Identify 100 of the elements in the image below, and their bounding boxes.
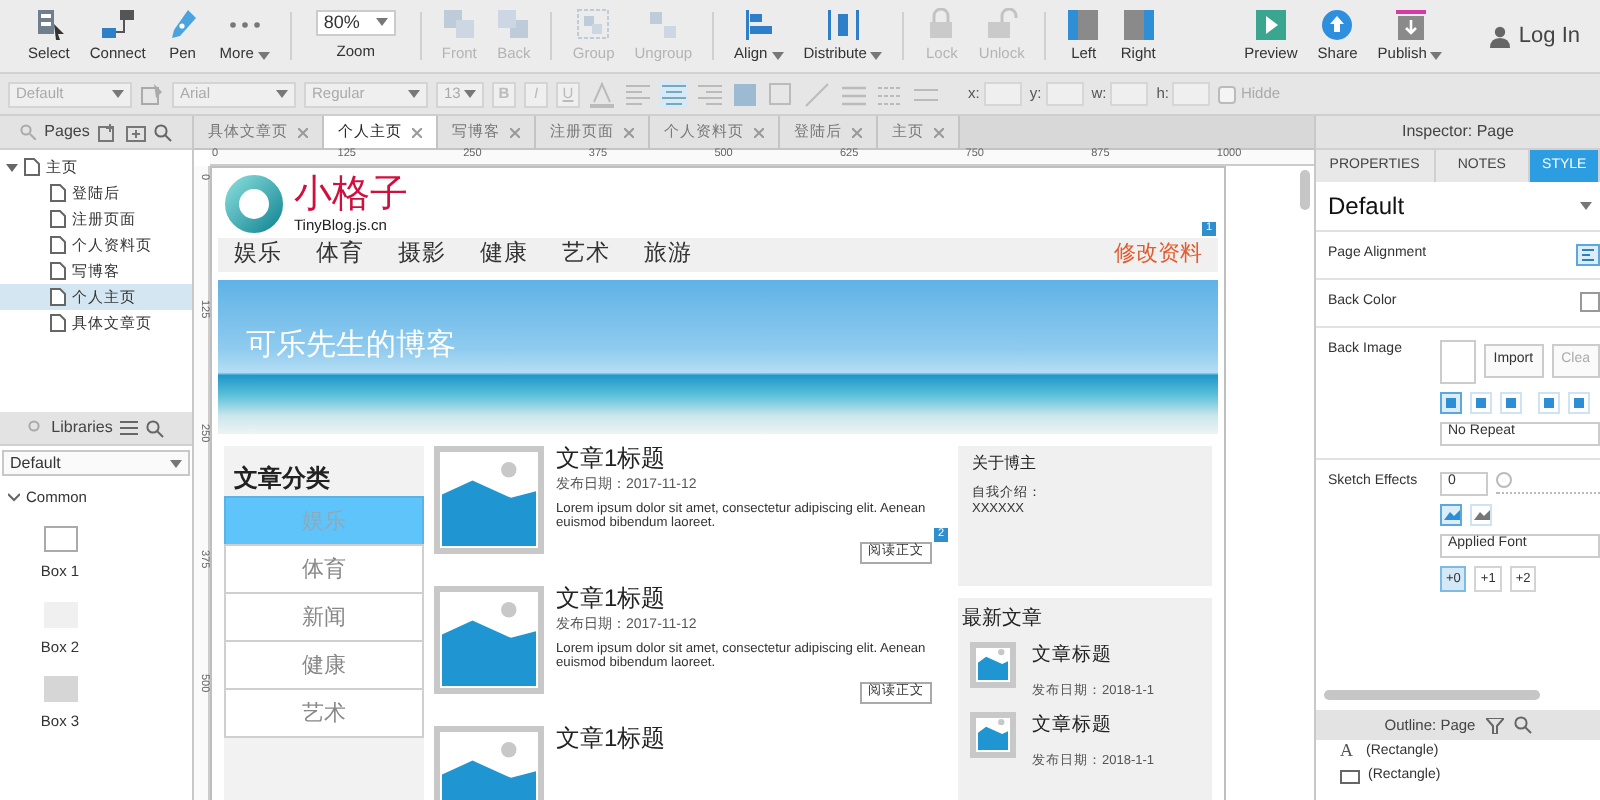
image-position-button[interactable] [1440,391,1462,413]
nav-link[interactable]: 娱乐 [234,238,282,273]
article-title[interactable]: 文章1标题 [556,446,948,475]
nav-link[interactable]: 艺术 [562,238,610,273]
caret-icon [464,90,476,98]
panel-title: Inspector: Page [1401,120,1515,144]
image-placeholder [970,712,1016,759]
category-item[interactable]: 健康 [224,640,424,691]
filter-icon[interactable] [1485,717,1504,733]
caret-icon [170,459,182,467]
logo-icon [224,174,284,234]
align-center-icon[interactable] [660,81,688,107]
fill-color-icon[interactable] [732,81,760,107]
add-page-icon[interactable] [97,123,118,141]
nav-link[interactable]: 体育 [316,238,364,273]
widget-swatch[interactable] [43,526,77,553]
image-placeholder [434,446,544,555]
caret-icon [112,90,124,98]
image-placeholder [970,642,1016,689]
align-icon [741,8,776,43]
logo-title: 小格子 [294,175,408,214]
latest-heading: 最新文章 [960,605,1044,635]
person-icon [1490,25,1511,47]
rectangle-icon [1340,769,1360,783]
login-button[interactable]: Log In [1478,17,1592,55]
line-color-icon[interactable] [804,81,832,107]
caret-icon [1430,51,1443,59]
latest-article-title[interactable]: 文章标题 [1032,712,1155,741]
square-icon [1574,397,1584,407]
expand-icon[interactable] [6,161,18,173]
nav-link[interactable]: 摄影 [398,238,446,273]
category-item[interactable]: 体育 [224,544,424,595]
align-left-icon[interactable] [624,81,652,107]
square-icon [1476,397,1486,407]
publish-icon [1393,8,1428,43]
caret-icon [870,51,883,59]
caret-icon [257,51,270,59]
color-swatch[interactable] [1580,292,1600,312]
square-icon [1506,397,1516,407]
category-item[interactable]: 艺术 [224,688,424,739]
sketch-slider[interactable] [1496,473,1600,493]
about-heading: 关于博主 [972,452,1038,477]
line-style-icon[interactable] [876,81,904,107]
left-panel-icon [1066,8,1101,43]
group-icon [576,8,611,43]
caret-icon [1580,202,1592,210]
caret-icon [276,90,288,98]
scrollbar[interactable] [1300,170,1310,210]
add-folder-icon[interactable] [125,123,146,141]
close-icon[interactable] [298,127,308,137]
align-right-icon[interactable] [696,81,724,107]
close-icon[interactable] [934,127,944,137]
text-type-glyph: A [1340,738,1355,765]
style-edit-icon[interactable] [140,82,164,106]
nav-link[interactable]: 健康 [480,238,528,273]
shadow-icon[interactable] [768,81,796,107]
ungroup-icon [646,8,681,43]
panel-title: Pages [44,120,90,144]
close-icon[interactable] [754,127,764,137]
library-dropdown[interactable]: Default [2,450,190,476]
font-color-icon[interactable] [588,81,616,107]
connector-icon [100,8,135,43]
latest-article-title[interactable]: 文章标题 [1032,642,1155,671]
line-width-icon[interactable] [840,81,868,107]
color-mode-button[interactable] [1440,503,1462,525]
send-back-icon [496,8,531,43]
image-placeholder [434,586,544,695]
close-icon[interactable] [412,127,422,137]
panel-title: Libraries [51,416,113,440]
close-icon[interactable] [624,127,634,137]
image-well[interactable] [1440,339,1476,383]
caret-icon [771,51,784,59]
distribute-icon [826,8,861,43]
style-dropdown[interactable]: Default [1316,182,1600,232]
close-icon[interactable] [852,127,862,137]
input-field[interactable] [983,82,1022,106]
cloud-upload-icon [1320,8,1355,43]
square-icon [1544,397,1554,407]
article-title[interactable]: 文章1标题 [556,586,948,615]
nav-link[interactable]: 旅游 [644,238,692,273]
category-item[interactable]: 新闻 [224,592,424,643]
banner-title: 可乐先生的博客 [246,328,456,363]
close-icon[interactable] [510,127,520,137]
play-icon [1253,8,1288,43]
caret-icon [375,18,388,27]
square-icon [1446,397,1456,407]
input-field[interactable] [1045,82,1084,106]
scrollbar[interactable] [1324,690,1540,700]
menu-icon[interactable] [120,420,139,436]
align-left-icon[interactable] [1576,244,1600,266]
caret-icon [408,90,420,98]
input-field[interactable] [1110,82,1149,106]
zoom-dropdown[interactable]: 80% [315,9,396,36]
unlock-icon [984,8,1019,43]
more-icon [229,22,260,29]
bring-front-icon [442,8,477,43]
widget-swatch[interactable] [43,675,77,702]
input-field[interactable] [1172,82,1211,106]
article-title[interactable]: 文章1标题 [556,726,948,755]
right-panel-icon [1121,8,1156,43]
